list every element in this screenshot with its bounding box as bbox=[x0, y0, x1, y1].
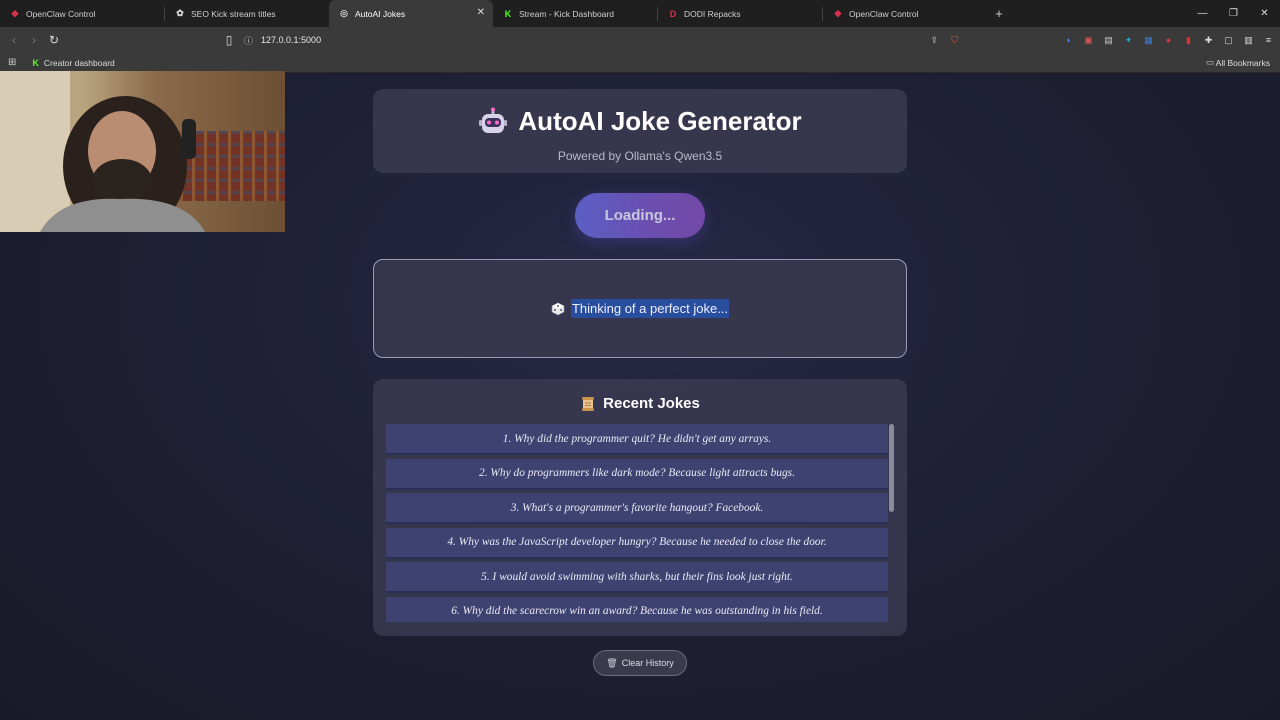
record-icon[interactable]: ● bbox=[1161, 33, 1176, 48]
extensions-puzzle-icon[interactable]: ✚ bbox=[1201, 33, 1216, 48]
screenshot-icon[interactable]: ▢ bbox=[1221, 33, 1236, 48]
sidebar-icon[interactable]: ▥ bbox=[1241, 33, 1256, 48]
scrollbar-thumb[interactable] bbox=[889, 424, 894, 512]
robot-icon bbox=[479, 107, 508, 133]
recent-jokes-title: Recent Jokes bbox=[603, 395, 700, 412]
kick-icon: K bbox=[32, 57, 39, 68]
wallet-icon[interactable]: ◗ bbox=[1061, 33, 1076, 48]
minimize-icon[interactable]: — bbox=[1187, 0, 1218, 27]
tab-openclaw-control[interactable]: ◆ OpenClaw Control bbox=[0, 0, 164, 27]
list-scrollbar[interactable] bbox=[889, 424, 894, 622]
bookmark-icon[interactable]: ▯ bbox=[219, 30, 239, 50]
apps-grid-icon[interactable]: ⊞ bbox=[8, 57, 16, 68]
generate-joke-button[interactable]: Loading... bbox=[575, 193, 705, 238]
list-item: 4. Why was the JavaScript developer hung… bbox=[386, 527, 888, 559]
url-text: 127.0.0.1:5000 bbox=[261, 35, 322, 45]
list-item: 5. I would avoid swimming with sharks, b… bbox=[386, 562, 888, 594]
current-joke-text[interactable]: Thinking of a perfect joke... bbox=[570, 299, 730, 318]
list-item: 2. Why do programmers like dark mode? Be… bbox=[386, 458, 888, 490]
close-tab-icon[interactable]: ✕ bbox=[477, 7, 485, 18]
extension-icon[interactable]: ▣ bbox=[1081, 33, 1096, 48]
bookmark-creator-dashboard[interactable]: Creator dashboard bbox=[44, 58, 115, 68]
folder-icon: ▭ bbox=[1205, 57, 1214, 67]
dodi-icon: D bbox=[669, 8, 677, 19]
all-bookmarks[interactable]: All Bookmarks bbox=[1216, 58, 1270, 68]
bookmarks-bar: ⊞ K Creator dashboard ▭ All Bookmarks bbox=[0, 53, 1280, 73]
extension-icon[interactable]: ▤ bbox=[1101, 33, 1116, 48]
tab-label: Stream - Kick Dashboard bbox=[519, 8, 614, 19]
tab-seo-kick[interactable]: ✿ SEO Kick stream titles bbox=[165, 0, 329, 27]
brave-shield-icon[interactable]: ⛉ bbox=[951, 35, 958, 46]
tab-openclaw-control-2[interactable]: ◆ OpenClaw Control bbox=[823, 0, 987, 27]
joke-display: Thinking of a perfect joke... bbox=[373, 259, 907, 358]
extensions-bar: ◗ ▣ ▤ ✦ ▦ ● ▮ ✚ ▢ ▥ ≡ bbox=[1061, 30, 1276, 50]
tab-label: OpenClaw Control bbox=[849, 8, 919, 19]
recent-jokes-card: Recent Jokes 1. Why did the programmer q… bbox=[373, 379, 907, 636]
share-icon[interactable]: ⇪ bbox=[930, 35, 938, 46]
globe-icon: ◎ bbox=[340, 8, 348, 18]
openclaw-icon: ◆ bbox=[834, 8, 842, 18]
kick-icon: K bbox=[504, 8, 512, 19]
list-item: 1. Why did the programmer quit? He didn'… bbox=[386, 424, 888, 455]
site-info-icon[interactable]: ⓘ bbox=[244, 34, 253, 47]
tab-kick-dashboard[interactable]: K Stream - Kick Dashboard bbox=[493, 0, 657, 27]
clear-history-button[interactable]: 🗑 Clear History bbox=[593, 650, 687, 676]
openclaw-icon: ◆ bbox=[11, 8, 19, 18]
page-subtitle: Powered by Ollama's Qwen3.5 bbox=[557, 149, 723, 163]
tab-dodi-repacks[interactable]: D DODI Repacks bbox=[658, 0, 822, 27]
clear-history-label: Clear History bbox=[621, 658, 674, 668]
address-bar[interactable]: ⓘ 127.0.0.1:5000 ⇪ ⛉ bbox=[244, 30, 968, 50]
extension-icon[interactable]: ▦ bbox=[1141, 33, 1156, 48]
trash-icon: 🗑 bbox=[606, 657, 618, 668]
reload-icon[interactable]: ↻ bbox=[44, 30, 64, 50]
chatgpt-icon: ✿ bbox=[176, 8, 184, 18]
new-tab-button[interactable]: + bbox=[987, 6, 1011, 21]
restore-icon[interactable]: ❐ bbox=[1218, 0, 1249, 27]
forward-icon[interactable]: › bbox=[24, 30, 44, 50]
extension-icon[interactable]: ✦ bbox=[1121, 33, 1136, 48]
tab-label: OpenClaw Control bbox=[26, 8, 96, 19]
page-title: AutoAI Joke Generator bbox=[518, 106, 802, 136]
extension-icon[interactable]: ▮ bbox=[1181, 33, 1196, 48]
dice-icon bbox=[551, 302, 565, 315]
webcam-figure bbox=[0, 71, 285, 232]
list-item: 6. Why did the scarecrow win an award? B… bbox=[386, 596, 888, 622]
tab-label: SEO Kick stream titles bbox=[191, 8, 276, 19]
webcam-overlay bbox=[0, 71, 285, 232]
back-icon[interactable]: ‹ bbox=[4, 30, 24, 50]
recent-jokes-list[interactable]: 1. Why did the programmer quit? He didn'… bbox=[386, 424, 888, 622]
tab-strip: ◆ OpenClaw Control ✿ SEO Kick stream tit… bbox=[0, 0, 1280, 27]
tab-label: AutoAI Jokes bbox=[355, 8, 406, 19]
tab-label: DODI Repacks bbox=[684, 8, 741, 19]
header-card: AutoAI Joke Generator Powered by Ollama'… bbox=[373, 89, 907, 173]
list-item: 3. What's a programmer's favorite hangou… bbox=[386, 493, 888, 525]
tab-autoai-jokes[interactable]: ◎ AutoAI Jokes ✕ bbox=[329, 0, 493, 27]
menu-icon[interactable]: ≡ bbox=[1261, 33, 1276, 48]
browser-toolbar: ‹ › ↻ ▯ ⓘ 127.0.0.1:5000 ⇪ ⛉ ◗ ▣ ▤ ✦ ▦ ●… bbox=[0, 27, 1280, 53]
scroll-icon bbox=[582, 396, 595, 411]
window-controls: — ❐ ✕ bbox=[1187, 0, 1280, 27]
close-window-icon[interactable]: ✕ bbox=[1249, 0, 1280, 27]
